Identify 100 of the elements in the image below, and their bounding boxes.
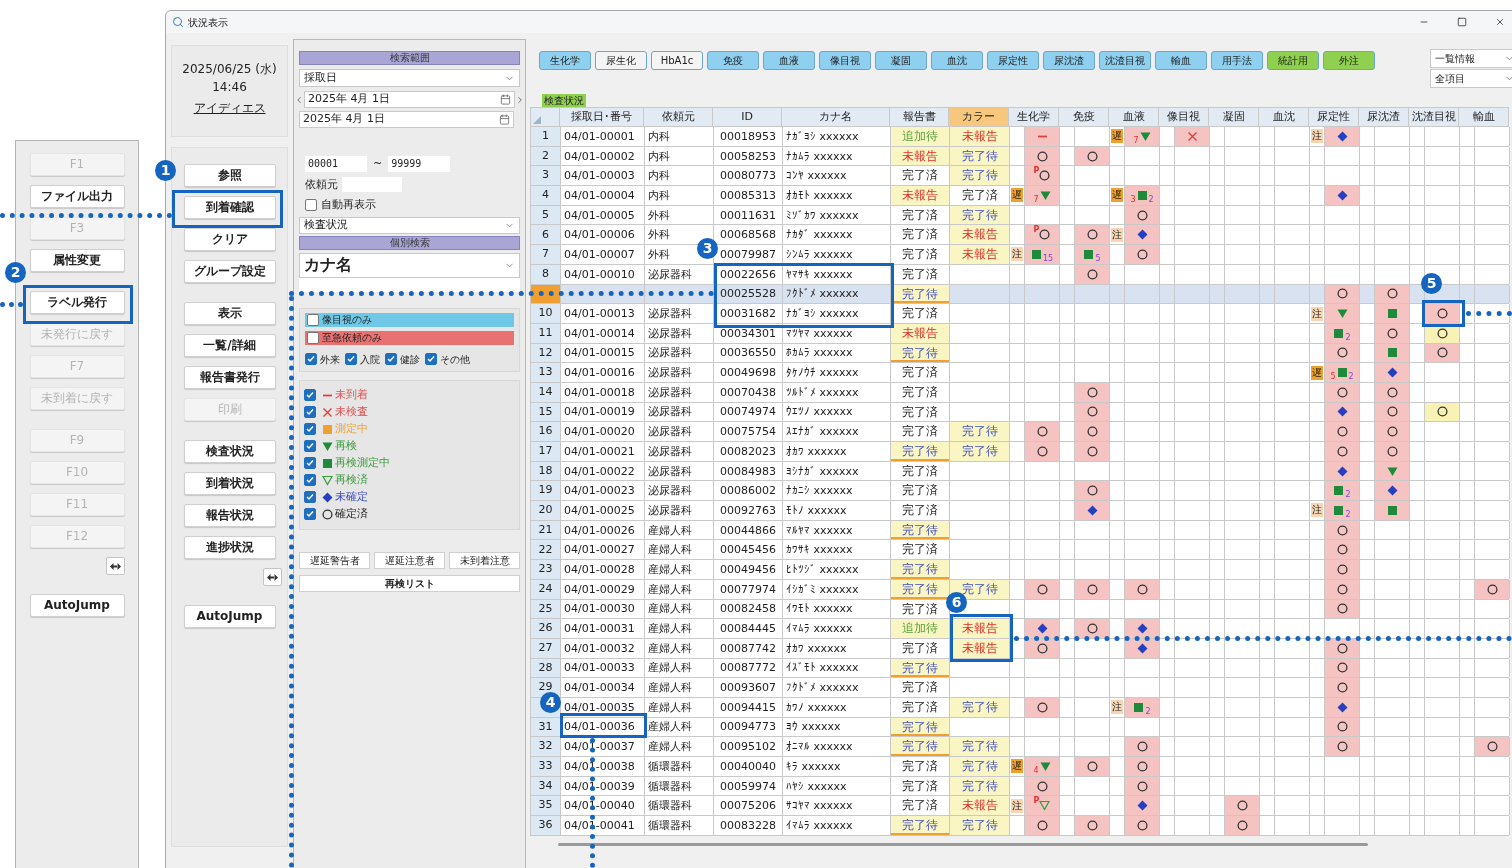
date-field[interactable]: 2025年 4月 1日 [299,111,514,128]
category-tab[interactable]: 用手法 [1211,51,1263,70]
function-button[interactable]: 報告状況 [183,504,276,527]
list-button[interactable]: 遅延警告者 [299,551,370,569]
checkbox[interactable] [307,313,319,326]
column-header[interactable]: ID [713,108,782,126]
table-row[interactable]: 23 04/01-00028 産婦人科 00049456 ﾋﾄﾂｼﾞ xxxxxx 完了待 [531,560,1509,580]
checkbox[interactable] [345,353,357,365]
table-row[interactable]: 22 04/01-00027 産婦人科 00045456 ｶﾜｻｷ xxxxxx 完了済 [531,540,1509,561]
chevron-left-icon[interactable] [294,94,304,105]
table-row[interactable]: 36 04/01-00041 循環器科 00083228 ｲﾏﾑﾗ xxxxxx 完了待 完了待 [531,816,1509,836]
column-header[interactable]: 沈渣目視 [1409,108,1459,126]
list-button[interactable]: 未到着注意 [449,551,520,569]
status-select[interactable]: 検査状況 [299,216,520,234]
checkbox[interactable] [304,457,316,469]
date-type-select[interactable]: 採取日 [299,69,520,87]
column-header[interactable]: 採取日･番号 [560,108,644,126]
checkbox[interactable] [305,353,317,365]
column-header[interactable]: 免疫 [1059,108,1109,126]
checkbox[interactable] [304,508,316,520]
close-icon[interactable] [1495,17,1505,27]
column-header[interactable]: 血沈 [1259,108,1309,126]
checkbox[interactable] [304,491,316,503]
checkbox[interactable] [304,423,316,435]
category-tab[interactable]: HbA1c [651,51,703,70]
list-button[interactable]: 遅延注意者 [374,551,445,569]
table-row[interactable]: 33 04/01-00038 循環器科 00040040 ｷﾗ xxxxxx 完了済 完了待 遅 4 [531,757,1509,777]
maximize-icon[interactable] [1457,17,1467,27]
table-row[interactable]: 2 04/01-00002 内科 00058253 ﾅｶﾑﾗ xxxxxx 未報告 完了待 [531,146,1509,167]
function-button[interactable]: 参照 [183,164,276,187]
filter-option[interactable]: 像目視のみ [305,312,514,327]
filter-option[interactable]: 至急依頼のみ [305,330,514,345]
column-header[interactable]: 血液 [1109,108,1159,126]
checkbox[interactable] [305,199,317,212]
category-tab[interactable]: 尿生化 [595,51,647,70]
function-button[interactable]: 報告書発行 [183,366,276,389]
table-row[interactable]: 10 04/01-00013 泌尿器科 00031682 ﾅｶﾞﾖｼ xxxxxx 完了済 注 [531,304,1509,324]
table-row[interactable]: 15 04/01-00019 泌尿器科 00074974 ｳｴﾂﾉ xxxxxx 完了済 [531,402,1509,423]
category-tab[interactable]: 像目視 [819,51,871,70]
column-header[interactable]: 尿沈渣 [1359,108,1409,126]
column-header[interactable]: 凝固 [1209,108,1259,126]
date-field[interactable]: 2025年 4月 1日 [304,91,515,108]
checkbox[interactable] [304,389,316,401]
column-header[interactable]: カナ名 [782,108,890,126]
table-row[interactable]: 1 04/01-00001 内科 00018953 ﾅｶﾞﾖｼ xxxxxx 追加待 未報告 遅 7 注 [531,127,1509,147]
category-tab[interactable]: 外注 [1323,51,1375,70]
function-button[interactable]: 到着状況 [183,472,276,495]
name-select[interactable]: カナ名 [299,252,520,278]
table-row[interactable]: 5 04/01-00005 外科 00011631 ﾐｿﾞｶﾜ xxxxxx 完了済 完了待 [531,205,1509,226]
function-button[interactable]: AutoJump [29,594,125,617]
table-row[interactable]: 20 04/01-00025 泌尿器科 00092763 ﾓﾄﾉ xxxxxx 完了済 注 2 [531,501,1509,521]
table-row[interactable]: 18 04/01-00022 泌尿器科 00084983 ﾖｼﾅｶﾞ xxxxxx 完了済 [531,461,1509,482]
column-header[interactable]: 輸血 [1459,108,1509,126]
number-field[interactable]: 99999 [388,156,451,173]
function-button[interactable]: 検査状況 [183,440,276,463]
table-row[interactable]: 14 04/01-00018 泌尿器科 00070438 ﾂﾙﾄﾞﾒ xxxxxx 完了済 [531,382,1509,403]
column-header[interactable]: カラー [949,108,1009,126]
function-button[interactable]: 属性変更 [29,249,125,272]
category-tab[interactable]: 沈渣目視 [1099,51,1151,70]
view-select[interactable]: 一覧情報 [1430,49,1512,68]
column-header[interactable]: 尿定性 [1309,108,1359,126]
column-header[interactable]: 依頼元 [644,108,713,126]
function-button[interactable]: ファイル出力 [29,185,125,208]
table-row[interactable]: 34 04/01-00039 循環器科 00059974 ﾊﾔｼ xxxxxx 完了済 完了待 [531,776,1509,797]
chevron-right-icon[interactable] [515,94,525,105]
checkbox[interactable] [425,353,437,365]
swap-button[interactable] [106,557,125,575]
function-button[interactable]: 到着確認 [183,196,276,219]
category-tab[interactable]: 統計用 [1267,51,1319,70]
category-tab[interactable]: 血沈 [931,51,983,70]
function-button[interactable]: ラベル発行 [29,291,125,314]
table-row[interactable]: 13 04/01-00016 泌尿器科 00049698 ﾀｹﾉｳﾁ xxxxxx 完了済 遅 5 2 [531,363,1509,383]
category-tab[interactable]: 輸血 [1155,51,1207,70]
category-tab[interactable]: 生化学 [539,51,591,70]
function-button[interactable]: 表示 [183,302,276,325]
category-tab[interactable]: 尿定性 [987,51,1039,70]
number-field[interactable]: 00001 [305,156,367,173]
function-button[interactable]: AutoJump [183,605,276,628]
category-tab[interactable]: 凝固 [875,51,927,70]
checkbox[interactable] [385,353,397,365]
user-link[interactable]: アイディエス [193,99,266,117]
table-row[interactable]: 32 04/01-00037 産婦人科 00095102 ｵﾆﾏﾙ xxxxxx 完了待 完了待 [531,737,1509,757]
table-row[interactable]: 3 04/01-00003 内科 00080773 ｺﾝﾔ xxxxxx 完了済 完了待 P [531,166,1509,187]
category-tab[interactable]: 尿沈渣 [1043,51,1095,70]
checkbox[interactable] [304,474,316,486]
function-button[interactable]: グループ設定 [183,260,276,283]
scrollbar-thumb[interactable] [558,843,1368,847]
function-button[interactable]: クリア [183,228,276,251]
function-button[interactable]: 一覧/詳細 [183,334,276,357]
checkbox[interactable] [304,406,316,418]
view-select[interactable]: 全項目 [1430,69,1512,88]
table-row[interactable]: 26 04/01-00031 産婦人科 00084445 ｲﾏﾑﾗ xxxxxx 追加待 未報告 [531,619,1509,639]
table-row[interactable]: 35 04/01-00040 循環器科 00075206 ｻｺﾔﾏ xxxxxx 完了済 未報告 注 P [531,796,1509,817]
checkbox[interactable] [304,440,316,452]
checkbox[interactable] [307,331,319,344]
category-tab[interactable]: 免疫 [707,51,759,70]
table-row[interactable]: 12 04/01-00015 泌尿器科 00036550 ﾎｶﾑﾗ xxxxxx 完了待 [531,343,1509,364]
column-header[interactable]: 生化学 [1009,108,1059,126]
table-row[interactable]: 17 04/01-00021 泌尿器科 00082023 ｵｶﾜ xxxxxx 完了待 完了待 [531,442,1509,462]
table-row[interactable]: 27 04/01-00032 産婦人科 00087742 ｵｶﾜ xxxxxx 完了済 未報告 [531,638,1509,659]
